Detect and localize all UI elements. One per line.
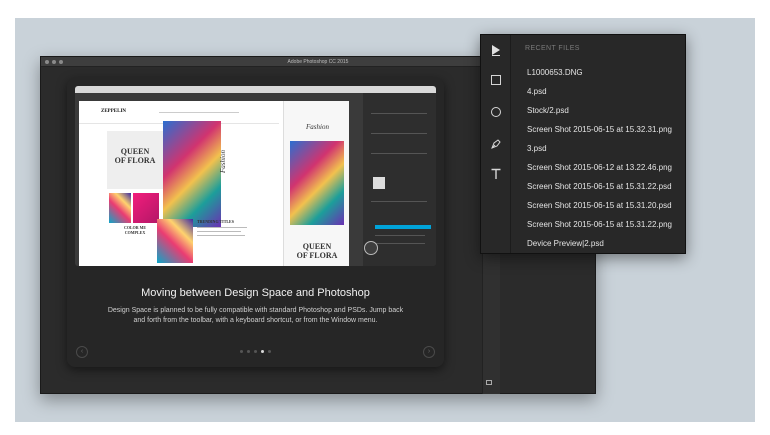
panel-strip <box>482 252 500 394</box>
preview-headline-2: OF FLORA <box>114 156 156 165</box>
tour-dialog: ZEPPELIN QUEEN OF FLORA Fashion COLOR ME… <box>67 78 444 367</box>
recent-file-item[interactable]: Stock/2.psd <box>527 104 683 123</box>
preview-phone-headline-2: OF FLORA <box>296 251 338 260</box>
move-tool-icon[interactable] <box>490 43 502 56</box>
preview-panel-row <box>371 113 427 114</box>
preview-side-word: Fashion <box>219 150 227 173</box>
recent-files-list: L1000653.DNG 4.psd Stock/2.psd Screen Sh… <box>527 66 683 256</box>
preview-selected-layer <box>375 225 431 229</box>
tour-preview-image: ZEPPELIN QUEEN OF FLORA Fashion COLOR ME… <box>75 86 436 266</box>
preview-panel-row <box>371 153 427 154</box>
preview-line <box>197 231 241 232</box>
preview-phone-word: Fashion <box>306 123 329 131</box>
slide-pagination <box>67 350 444 353</box>
preview-layer-row <box>375 243 425 244</box>
cursor-highlight <box>364 241 378 255</box>
recent-file-item[interactable]: Screen Shot 2015-06-15 at 15.32.31.png <box>527 123 683 142</box>
tour-title: Moving between Design Space and Photosho… <box>141 287 370 299</box>
recent-file-item[interactable]: 3.psd <box>527 142 683 161</box>
preview-layer-row <box>375 235 425 236</box>
preview-toolbar <box>355 93 363 266</box>
collapse-panel-icon[interactable] <box>486 380 492 385</box>
tool-column <box>481 35 511 253</box>
type-tool-icon[interactable] <box>490 167 502 179</box>
preview-phone-headline-1: QUEEN <box>302 242 332 251</box>
recent-file-item[interactable]: Screen Shot 2015-06-15 at 15.31.20.psd <box>527 199 683 218</box>
tour-description: Design Space is planned to be fully comp… <box>107 307 404 324</box>
preview-swatch <box>373 177 385 189</box>
preview-properties-panel <box>363 93 436 266</box>
preview-phone-artboard: Fashion QUEEN OF FLORA <box>283 101 349 266</box>
preview-thumb-3 <box>157 219 193 263</box>
preview-brand: ZEPPELIN <box>101 109 127 114</box>
recent-file-item[interactable]: Screen Shot 2015-06-15 at 15.31.22.psd <box>527 180 683 199</box>
preview-line <box>197 227 247 228</box>
slide-dot-1[interactable] <box>240 350 243 353</box>
recent-file-item[interactable]: Screen Shot 2015-06-15 at 15.31.22.png <box>527 218 683 237</box>
ellipse-tool-icon[interactable] <box>490 105 502 117</box>
recent-files-header: RECENT FILES <box>525 45 580 52</box>
preview-hero-art <box>163 121 221 227</box>
slide-dot-5[interactable] <box>268 350 271 353</box>
preview-panel-row <box>371 133 427 134</box>
slide-dot-2[interactable] <box>247 350 250 353</box>
recent-files-flyout: RECENT FILES L1000653.DNG 4.psd Stock/2.… <box>480 34 686 254</box>
preview-nav <box>159 112 239 113</box>
next-slide-button[interactable]: › <box>423 346 435 358</box>
preview-headline-1: QUEEN <box>120 147 150 156</box>
preview-thumb-1 <box>109 193 131 223</box>
recent-file-item[interactable]: L1000653.DNG <box>527 66 683 85</box>
preview-panel-row <box>371 201 427 202</box>
pen-tool-icon[interactable] <box>490 137 502 149</box>
recent-file-item[interactable]: Screen Shot 2015-06-12 at 13.22.46.png <box>527 161 683 180</box>
preview-thumb-2 <box>133 193 159 223</box>
slide-dot-3[interactable] <box>254 350 257 353</box>
rectangle-tool-icon[interactable] <box>490 73 502 85</box>
preview-phone-art <box>290 141 344 225</box>
recent-file-item[interactable]: Device Preview|2.psd <box>527 237 683 256</box>
slide-dot-4[interactable] <box>261 350 264 353</box>
recent-file-item[interactable]: 4.psd <box>527 85 683 104</box>
preview-trending: TRENDING TITLES <box>197 219 234 224</box>
preview-menu-bar <box>75 86 436 93</box>
preview-line <box>197 235 245 236</box>
